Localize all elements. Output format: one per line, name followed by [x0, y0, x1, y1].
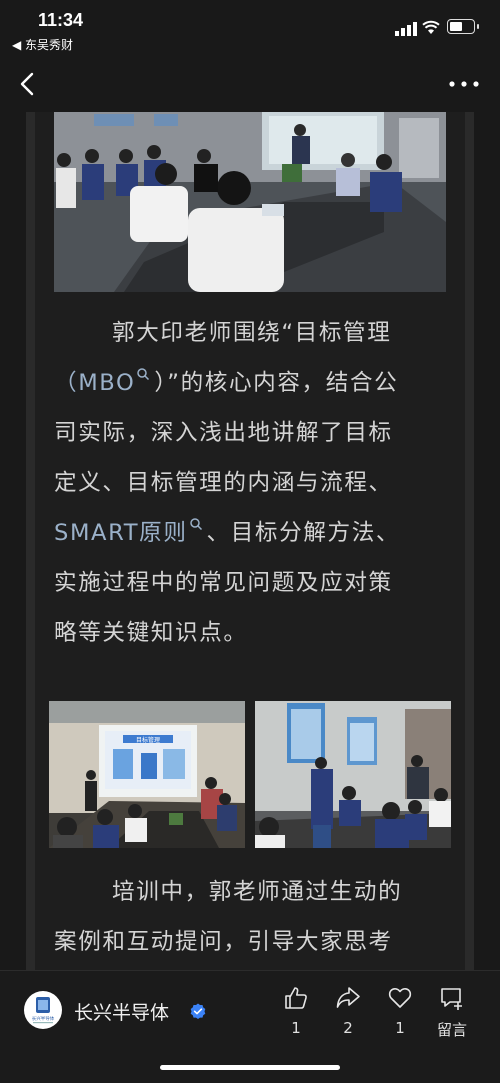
share-count: 2: [343, 1019, 353, 1037]
chevron-left-icon[interactable]: [14, 70, 42, 98]
status-time: 11:34: [38, 10, 84, 30]
home-indicator[interactable]: [160, 1065, 340, 1070]
para1-line: 郭大印老师围绕“目标管理: [112, 320, 392, 346]
para1-line: 、目标分解方法、: [206, 520, 401, 546]
share-icon: [336, 987, 360, 1008]
like-button[interactable]: 1: [276, 985, 316, 1037]
favorite-count: 1: [395, 1019, 405, 1037]
meeting-photo-3[interactable]: [255, 701, 451, 848]
battery-icon: [447, 19, 475, 34]
comment-icon: [441, 988, 462, 1010]
account-name[interactable]: 长兴半导体: [74, 998, 169, 1025]
more-icon[interactable]: [442, 70, 486, 98]
status-bar: 11:34 ◀ 东吴秀财: [0, 0, 500, 56]
nav-bar: [0, 56, 500, 112]
smart-search-link[interactable]: SMART原则: [54, 520, 188, 546]
para1-line: ）”的核心内容，结合公: [154, 370, 399, 396]
para1-line: 定义、目标管理的内涵与流程、: [54, 470, 393, 496]
para1-line: 实施过程中的常见问题及应对策: [54, 570, 393, 596]
back-to-app-link[interactable]: ◀ 东吴秀财: [12, 36, 73, 53]
search-icon[interactable]: [189, 517, 203, 531]
avatar[interactable]: 长兴半导体: [24, 991, 62, 1029]
favorite-button[interactable]: 1: [380, 985, 420, 1037]
comment-button[interactable]: 留言: [432, 985, 472, 1040]
mbo-search-link[interactable]: （MBO: [54, 370, 135, 396]
like-count: 1: [291, 1019, 301, 1037]
signal-icon: [395, 22, 417, 36]
heart-icon: [388, 987, 412, 1008]
article-paragraph-2: 培训中，郭老师通过生动的案例和互动提问，引导大家思考: [54, 867, 448, 967]
share-button[interactable]: 2: [328, 985, 368, 1037]
comment-label: 留言: [436, 1021, 467, 1039]
article-paragraph-1: 郭大印老师围绕“目标管理 （MBO ）”的核心内容，结合公司实际，深入浅出地讲解了目…: [54, 308, 448, 658]
avatar-label: 长兴半导体: [32, 1015, 55, 1022]
meeting-photo-2[interactable]: 目标管理: [49, 701, 245, 848]
search-icon[interactable]: [136, 367, 150, 381]
meeting-photo-1[interactable]: [54, 112, 446, 292]
article-content: 郭大印老师围绕“目标管理 （MBO ）”的核心内容，结合公司实际，深入浅出地讲解了目…: [0, 112, 500, 970]
wifi-icon: [422, 20, 440, 34]
para2-line: 培训中，郭老师通过生动的: [112, 879, 403, 905]
slide-title-text: 目标管理: [136, 736, 160, 744]
para2-line: 案例和互动提问，引导大家思考: [54, 929, 393, 955]
thumbs-up-icon: [285, 987, 307, 1009]
para1-line: 略等关键知识点。: [54, 620, 248, 646]
verified-badge-icon: [190, 1003, 206, 1019]
para1-line: 司实际，深入浅出地讲解了目标: [54, 420, 393, 446]
